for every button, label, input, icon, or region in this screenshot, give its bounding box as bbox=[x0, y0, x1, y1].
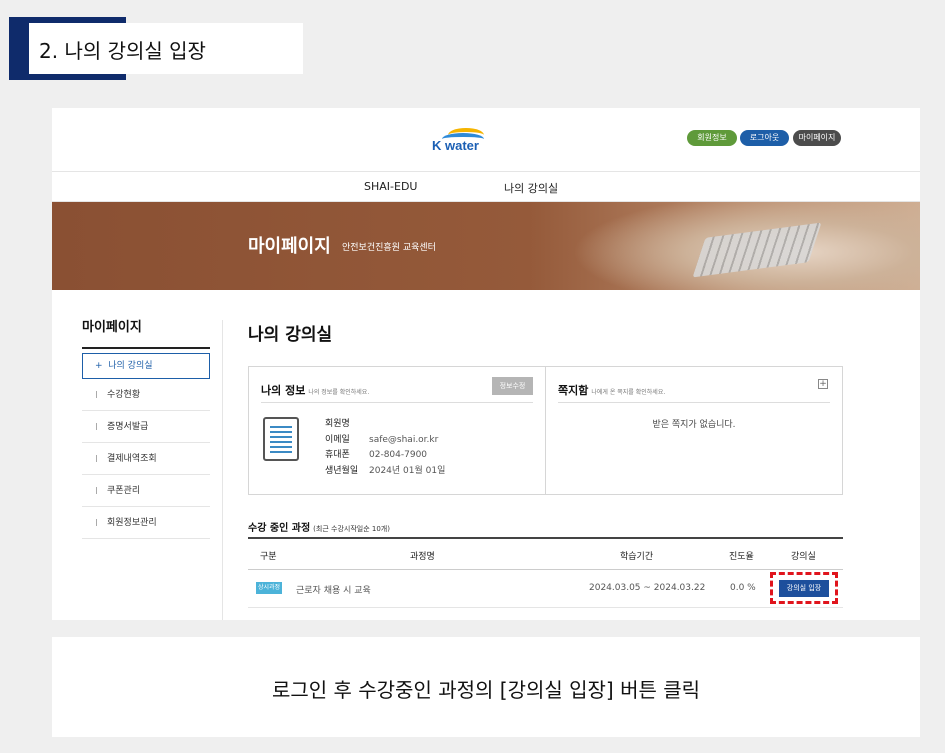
messages-hint: 나에게 온 쪽지를 확인하세요. bbox=[591, 389, 666, 396]
document-icon bbox=[263, 417, 299, 461]
sidebar-item-label: 회원정보관리 bbox=[107, 518, 157, 528]
value-email: safe@shai.or.kr bbox=[369, 434, 439, 445]
sidebar-item-coupon[interactable]: 쿠폰관리 bbox=[82, 475, 210, 507]
top-header: K water 회원정보 로그아웃 마이페이지 bbox=[52, 108, 920, 172]
course-type-badge: 상시과정 bbox=[256, 582, 282, 594]
member-info-button[interactable]: 회원정보 bbox=[687, 130, 737, 146]
label-phone: 휴대폰 bbox=[325, 450, 350, 460]
sidebar-item-label: 나의 강의실 bbox=[108, 361, 153, 371]
instruction-caption: 로그인 후 수강중인 과정의 [강의실 입장] 버튼 클릭 bbox=[271, 678, 701, 702]
bullet-icon bbox=[96, 423, 97, 430]
divider bbox=[558, 402, 830, 403]
page-title: 나의 강의실 bbox=[248, 325, 333, 345]
logo-text: K water bbox=[432, 138, 479, 153]
nav-item-my-lecture[interactable]: 나의 강의실 bbox=[504, 180, 558, 196]
course-period: 2024.03.05 ~ 2024.03.22 bbox=[589, 583, 706, 593]
table-row: 상시과정 근로자 채용 시 교육 2024.03.05 ~ 2024.03.22… bbox=[248, 570, 843, 608]
sidebar-heading: 마이페이지 bbox=[82, 316, 210, 349]
value-phone: 02-804-7900 bbox=[369, 450, 428, 460]
nav-item-shai-edu[interactable]: SHAI-EDU bbox=[364, 180, 417, 193]
courses-heading: 수강 중인 과정 bbox=[248, 523, 311, 534]
messages-empty: 받은 쪽지가 없습니다. bbox=[652, 420, 736, 430]
website-screenshot: K water 회원정보 로그아웃 마이페이지 SHAI-EDU 나의 강의실 … bbox=[52, 108, 920, 620]
course-progress: 0.0 % bbox=[730, 583, 756, 593]
info-panel: 나의 정보 나의 정보를 확인하세요. 정보수정 회원명 이메일 휴대폰 생년월일… bbox=[248, 366, 843, 495]
col-type: 구분 bbox=[260, 552, 277, 562]
courses-table: 구분 과정명 학습기간 진도율 강의실 상시과정 근로자 채용 시 교육 202… bbox=[248, 537, 843, 608]
bullet-icon bbox=[96, 487, 97, 494]
highlight-box: 강의실 입장 bbox=[770, 572, 838, 604]
mypage-button[interactable]: 마이페이지 bbox=[793, 130, 841, 146]
courses-note: (최근 수강시작일순 10개) bbox=[313, 525, 390, 533]
info-labels: 회원명 이메일 휴대폰 생년월일 bbox=[325, 417, 358, 479]
logout-button[interactable]: 로그아웃 bbox=[740, 130, 789, 146]
col-room: 강의실 bbox=[791, 552, 816, 562]
sidebar-item-label: 증명서발급 bbox=[107, 422, 149, 432]
sidebar-divider bbox=[222, 320, 223, 620]
sidebar-item-member-info[interactable]: 회원정보관리 bbox=[82, 507, 210, 539]
sidebar: 마이페이지 + 나의 강의실 수강현황 증명서발급 결제내역조회 쿠폰관리 회원… bbox=[82, 316, 210, 539]
bullet-icon bbox=[96, 455, 97, 462]
step-title: 2. 나의 강의실 입장 bbox=[39, 39, 206, 63]
value-birth: 2024년 01월 01일 bbox=[369, 465, 446, 476]
edit-info-button[interactable]: 정보수정 bbox=[492, 377, 533, 395]
col-progress: 진도율 bbox=[729, 552, 754, 562]
banner-subtitle: 안전보건진흥원 교육센터 bbox=[342, 243, 436, 253]
plus-icon: + bbox=[95, 361, 109, 371]
table-header: 구분 과정명 학습기간 진도율 강의실 bbox=[248, 537, 843, 570]
caption-box: 로그인 후 수강중인 과정의 [강의실 입장] 버튼 클릭 bbox=[52, 637, 920, 737]
my-info-hint: 나의 정보를 확인하세요. bbox=[308, 389, 370, 396]
messages-header: 쪽지함 나에게 온 쪽지를 확인하세요. bbox=[558, 379, 665, 398]
my-info-header: 나의 정보 나의 정보를 확인하세요. bbox=[261, 379, 369, 398]
my-info-heading: 나의 정보 bbox=[261, 384, 306, 397]
more-messages-icon[interactable]: + bbox=[818, 379, 828, 389]
label-name: 회원명 bbox=[325, 419, 350, 429]
col-period: 학습기간 bbox=[620, 552, 654, 562]
mypage-banner: 마이페이지 안전보건진흥원 교육센터 bbox=[52, 202, 920, 290]
info-values: safe@shai.or.kr 02-804-7900 2024년 01월 01… bbox=[369, 417, 445, 479]
sidebar-item-payment[interactable]: 결제내역조회 bbox=[82, 443, 210, 475]
bullet-icon bbox=[96, 519, 97, 526]
value-name bbox=[369, 417, 445, 433]
kwater-logo[interactable]: K water bbox=[432, 126, 488, 156]
label-birth: 생년월일 bbox=[325, 465, 359, 476]
label-email: 이메일 bbox=[325, 434, 350, 445]
divider bbox=[261, 402, 533, 403]
col-course: 과정명 bbox=[410, 552, 435, 562]
step-title-box: 2. 나의 강의실 입장 bbox=[29, 23, 303, 74]
courses-header: 수강 중인 과정 (최근 수강시작일순 10개) bbox=[248, 516, 390, 535]
course-name[interactable]: 근로자 채용 시 교육 bbox=[296, 583, 371, 596]
sidebar-item-my-lecture[interactable]: + 나의 강의실 bbox=[82, 353, 210, 379]
sidebar-item-status[interactable]: 수강현황 bbox=[82, 379, 210, 411]
messages-heading: 쪽지함 bbox=[558, 384, 589, 397]
sidebar-item-label: 결제내역조회 bbox=[107, 454, 157, 464]
sidebar-item-certificate[interactable]: 증명서발급 bbox=[82, 411, 210, 443]
sidebar-item-label: 수강현황 bbox=[107, 390, 141, 400]
sidebar-item-label: 쿠폰관리 bbox=[107, 486, 141, 496]
messages-section: 쪽지함 나에게 온 쪽지를 확인하세요. + 받은 쪽지가 없습니다. bbox=[546, 367, 842, 494]
enter-classroom-button[interactable]: 강의실 입장 bbox=[779, 580, 829, 597]
bullet-icon bbox=[96, 391, 97, 398]
banner-title: 마이페이지 bbox=[248, 236, 331, 257]
main-nav: SHAI-EDU 나의 강의실 bbox=[52, 172, 920, 202]
my-info-section: 나의 정보 나의 정보를 확인하세요. 정보수정 회원명 이메일 휴대폰 생년월일… bbox=[249, 367, 546, 494]
